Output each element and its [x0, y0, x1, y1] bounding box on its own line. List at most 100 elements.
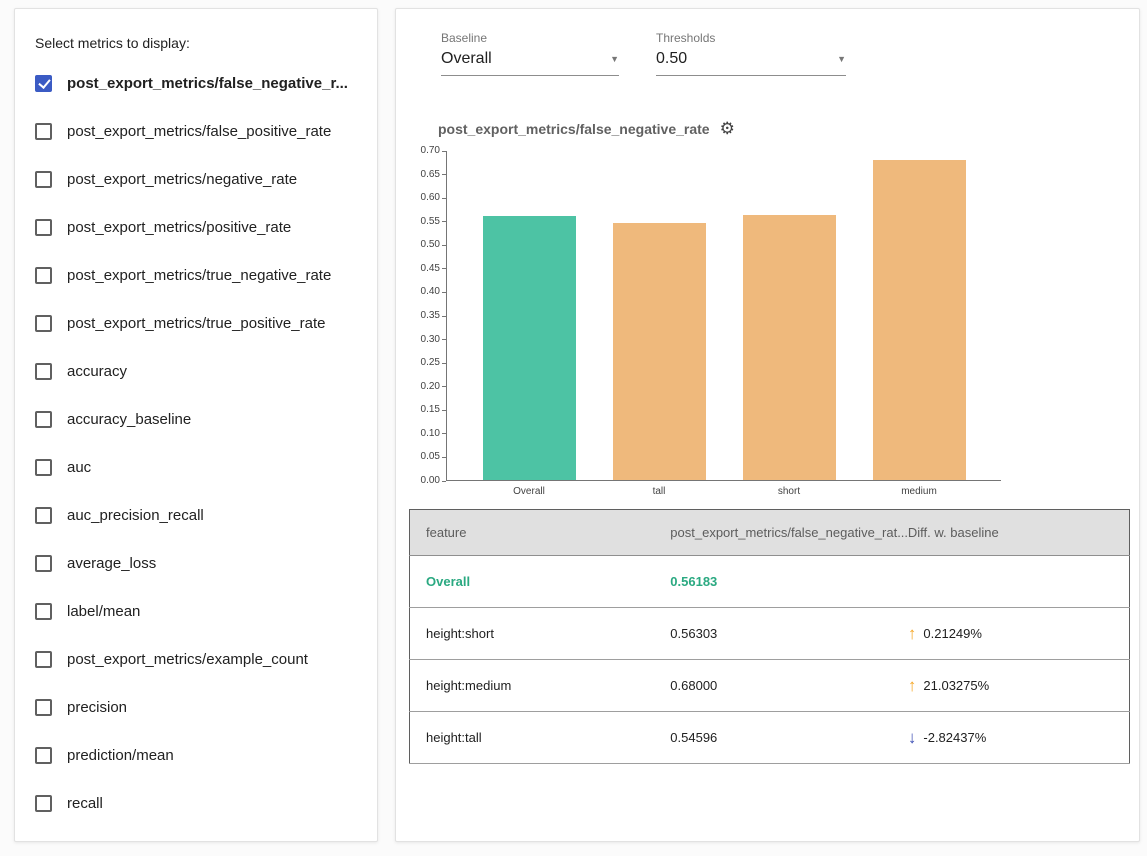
chart-header: post_export_metrics/false_negative_rate …: [438, 120, 1139, 137]
bar-slot: short: [743, 151, 836, 480]
table-body: Overall 0.56183 height:short 0.56303 ↑ 0…: [410, 556, 1130, 764]
metrics-panel: Select metrics to display: post_export_m…: [14, 8, 378, 842]
metric-checkbox[interactable]: [35, 651, 52, 668]
metric-item-label: auc: [67, 459, 91, 476]
x-axis-label: medium: [873, 486, 966, 497]
metric-item[interactable]: auc: [35, 443, 357, 491]
baseline-dropdown[interactable]: Baseline Overall ▼: [441, 31, 619, 76]
baseline-dropdown-value-row[interactable]: Overall ▼: [441, 50, 619, 76]
feature-cell: height:short: [410, 608, 655, 660]
page: Select metrics to display: post_export_m…: [0, 0, 1147, 856]
baseline-dropdown-label: Baseline: [441, 31, 619, 45]
column-header-feature: feature: [410, 510, 655, 556]
bar-medium[interactable]: [873, 160, 966, 480]
metric-checkbox[interactable]: [35, 267, 52, 284]
metrics-panel-title: Select metrics to display:: [35, 35, 357, 51]
bar-slot: tall: [613, 151, 706, 480]
metric-item-label: accuracy: [67, 363, 127, 380]
metrics-list: post_export_metrics/false_negative_r... …: [35, 59, 357, 827]
up-arrow-icon: ↑: [908, 625, 917, 642]
metric-checkbox[interactable]: [35, 315, 52, 332]
column-header-diff: Diff. w. baseline: [892, 510, 1130, 556]
diff-cell: ↓ -2.82437%: [892, 712, 1130, 764]
metric-value-cell: 0.68000: [654, 660, 892, 712]
metric-checkbox[interactable]: [35, 699, 52, 716]
metric-checkbox[interactable]: [35, 747, 52, 764]
metric-item[interactable]: average_loss: [35, 539, 357, 587]
table-row: Overall 0.56183: [410, 556, 1130, 608]
feature-cell: height:medium: [410, 660, 655, 712]
baseline-dropdown-value: Overall: [441, 50, 492, 68]
thresholds-dropdown[interactable]: Thresholds 0.50 ▼: [656, 31, 846, 76]
metric-item[interactable]: precision: [35, 683, 357, 731]
metric-item[interactable]: post_export_metrics/example_count: [35, 635, 357, 683]
diff-cell: [892, 556, 1130, 608]
metric-item[interactable]: recall: [35, 779, 357, 827]
table-row: height:short 0.56303 ↑ 0.21249%: [410, 608, 1130, 660]
y-axis-tick-label: 0.30: [421, 335, 446, 345]
y-axis-tick-label: 0.35: [421, 311, 446, 321]
metric-checkbox[interactable]: [35, 459, 52, 476]
metric-checkbox[interactable]: [35, 75, 52, 92]
bar-tall[interactable]: [613, 223, 706, 480]
metric-item-label: post_export_metrics/negative_rate: [67, 171, 297, 188]
metric-item-label: post_export_metrics/false_positive_rate: [67, 123, 331, 140]
metric-item[interactable]: post_export_metrics/true_negative_rate: [35, 251, 357, 299]
metric-item-label: precision: [67, 699, 127, 716]
column-header-metric: post_export_metrics/false_negative_rat..…: [654, 510, 892, 556]
chart-title: post_export_metrics/false_negative_rate: [438, 121, 710, 137]
metric-item-label: post_export_metrics/true_positive_rate: [67, 315, 325, 332]
metric-checkbox[interactable]: [35, 411, 52, 428]
metric-checkbox[interactable]: [35, 363, 52, 380]
metric-item[interactable]: accuracy_baseline: [35, 395, 357, 443]
chart-y-axis: 0.000.050.100.150.200.250.300.350.400.45…: [409, 151, 446, 481]
diff-cell: ↑ 0.21249%: [892, 608, 1130, 660]
chart-plot-area: Overalltallshortmedium: [446, 151, 1001, 481]
metric-item[interactable]: post_export_metrics/false_negative_r...: [35, 59, 357, 107]
metric-item-label: post_export_metrics/example_count: [67, 651, 308, 668]
y-axis-tick-label: 0.20: [421, 382, 446, 392]
metric-checkbox[interactable]: [35, 795, 52, 812]
up-arrow-icon: ↑: [908, 677, 917, 694]
metric-item-label: prediction/mean: [67, 747, 174, 764]
thresholds-dropdown-value-row[interactable]: 0.50 ▼: [656, 50, 846, 76]
metric-checkbox[interactable]: [35, 555, 52, 572]
y-axis-tick-label: 0.70: [421, 146, 446, 156]
table-row: height:tall 0.54596 ↓ -2.82437%: [410, 712, 1130, 764]
results-panel: Baseline Overall ▼ Thresholds 0.50 ▼ pos…: [395, 8, 1140, 842]
y-axis-tick-label: 0.05: [421, 452, 446, 462]
metric-checkbox[interactable]: [35, 603, 52, 620]
y-axis-tick-label: 0.00: [421, 476, 446, 486]
bar-Overall[interactable]: [483, 216, 576, 480]
metric-item[interactable]: post_export_metrics/false_positive_rate: [35, 107, 357, 155]
metric-item-label: post_export_metrics/true_negative_rate: [67, 267, 331, 284]
metric-item[interactable]: prediction/mean: [35, 731, 357, 779]
settings-gear-icon[interactable]: ⚙: [720, 120, 735, 137]
metric-item[interactable]: auc_precision_recall: [35, 491, 357, 539]
metric-item-label: label/mean: [67, 603, 140, 620]
bar-short[interactable]: [743, 215, 836, 480]
metric-item[interactable]: label/mean: [35, 587, 357, 635]
chevron-down-icon: ▼: [610, 54, 619, 64]
metric-item-label: auc_precision_recall: [67, 507, 204, 524]
metric-value-cell: 0.54596: [654, 712, 892, 764]
metric-item[interactable]: post_export_metrics/negative_rate: [35, 155, 357, 203]
metric-checkbox[interactable]: [35, 219, 52, 236]
y-axis-tick-label: 0.25: [421, 358, 446, 368]
metric-item[interactable]: accuracy: [35, 347, 357, 395]
metric-checkbox[interactable]: [35, 171, 52, 188]
down-arrow-icon: ↓: [908, 729, 917, 746]
y-axis-tick-label: 0.40: [421, 287, 446, 297]
y-axis-tick-label: 0.55: [421, 217, 446, 227]
metric-item-label: post_export_metrics/positive_rate: [67, 219, 291, 236]
metric-item[interactable]: post_export_metrics/true_positive_rate: [35, 299, 357, 347]
y-axis-tick-label: 0.45: [421, 264, 446, 274]
metric-item[interactable]: post_export_metrics/positive_rate: [35, 203, 357, 251]
metric-value-cell: 0.56183: [654, 556, 892, 608]
y-axis-tick-label: 0.50: [421, 240, 446, 250]
metric-item-label: post_export_metrics/false_negative_r...: [67, 75, 348, 92]
metric-checkbox[interactable]: [35, 123, 52, 140]
x-axis-label: Overall: [483, 486, 576, 497]
chevron-down-icon: ▼: [837, 54, 846, 64]
metric-checkbox[interactable]: [35, 507, 52, 524]
